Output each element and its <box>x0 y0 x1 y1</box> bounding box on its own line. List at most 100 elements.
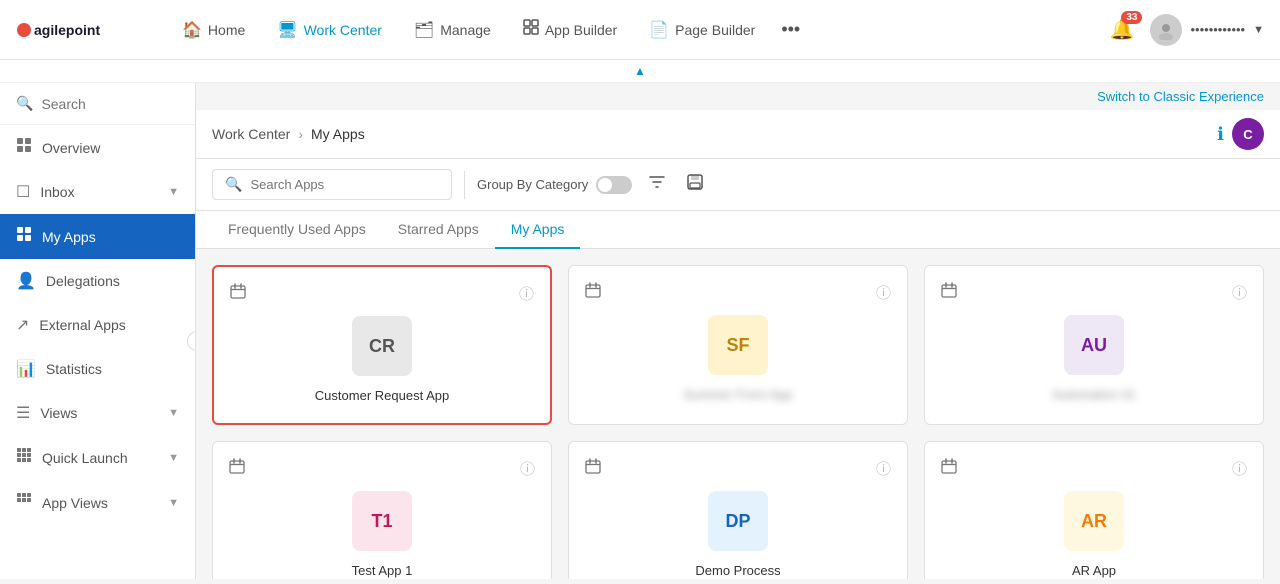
card-logo-4: DP <box>708 491 768 551</box>
card-info-icon-2[interactable]: ⓘ <box>1232 282 1247 303</box>
sidebar-item-views[interactable]: ☰ Views ▼ <box>0 391 195 435</box>
inbox-icon: ☐ <box>16 182 30 202</box>
card-info-icon-4[interactable]: ⓘ <box>876 458 891 479</box>
sidebar-myapps-label: My Apps <box>42 229 179 245</box>
tabs: Frequently Used Apps Starred Apps My App… <box>196 211 1280 249</box>
breadcrumb-current: My Apps <box>311 126 365 142</box>
sidebar-search[interactable]: 🔍 <box>0 83 195 125</box>
breadcrumb-separator: › <box>298 126 303 142</box>
nav-collapse-button[interactable]: ▲ <box>0 60 1280 83</box>
sidebar-item-inbox[interactable]: ☐ Inbox ▼ <box>0 170 195 214</box>
nav-appbuilder-label: App Builder <box>545 22 617 38</box>
sidebar-item-delegations[interactable]: 👤 Delegations <box>0 259 195 303</box>
sidebar-appviews-label: App Views <box>42 495 158 511</box>
search-apps-input[interactable] <box>250 177 439 192</box>
card-top-2: ⓘ <box>941 282 1247 303</box>
app-card-3[interactable]: ⓘ T1 Test App 1 <box>212 441 552 579</box>
card-info-icon-1[interactable]: ⓘ <box>876 282 891 303</box>
sidebar-item-myapps[interactable]: My Apps <box>0 214 195 259</box>
sidebar-item-overview[interactable]: Overview <box>0 125 195 170</box>
card-name-5: AR App <box>941 563 1247 578</box>
user-avatar <box>1150 14 1182 46</box>
app-card-2[interactable]: ⓘ AU Automation 01 <box>924 265 1264 425</box>
card-top-4: ⓘ <box>585 458 891 479</box>
card-name-0: Customer Request App <box>230 388 534 403</box>
user-menu[interactable]: •••••••••••• ▼ <box>1150 14 1264 46</box>
app-card-0[interactable]: ⓘ CR Customer Request App <box>212 265 552 425</box>
header-info-icon[interactable]: ℹ <box>1217 124 1224 145</box>
nav-home-label: Home <box>208 22 245 38</box>
card-logo-0: CR <box>352 316 412 376</box>
nav-right: 🔔 33 •••••••••••• ▼ <box>1110 14 1264 46</box>
sidebar-externalapps-label: External Apps <box>39 317 179 333</box>
user-chevron-icon: ▼ <box>1253 24 1264 36</box>
manage-icon: 🗂 <box>414 20 434 40</box>
externalapps-icon: ↗ <box>16 315 29 335</box>
search-box[interactable]: 🔍 <box>212 169 452 200</box>
main-layout: 🔍 Overview ☐ Inbox ▼ My Apps 👤 Delegatio… <box>0 83 1280 579</box>
nav-more-button[interactable]: ••• <box>773 15 808 44</box>
sidebar-item-statistics[interactable]: 📊 Statistics <box>0 347 195 391</box>
app-card-5[interactable]: ⓘ AR AR App <box>924 441 1264 579</box>
quicklaunch-icon <box>16 447 32 468</box>
app-card-4[interactable]: ⓘ DP Demo Process <box>568 441 908 579</box>
card-info-icon-5[interactable]: ⓘ <box>1232 458 1247 479</box>
nav-workcenter-label: Work Center <box>304 22 382 38</box>
card-info-icon-3[interactable]: ⓘ <box>520 458 535 479</box>
sidebar-search-input[interactable] <box>41 96 179 112</box>
breadcrumb: Work Center › My Apps <box>212 126 365 142</box>
calendar-icon-0 <box>230 283 246 304</box>
sidebar-item-quicklaunch[interactable]: Quick Launch ▼ <box>0 435 195 480</box>
card-logo-5: AR <box>1064 491 1124 551</box>
tab-starred[interactable]: Starred Apps <box>382 211 495 249</box>
notif-badge: 33 <box>1121 11 1142 24</box>
search-icon: 🔍 <box>225 176 242 193</box>
app-card-1[interactable]: ⓘ SF Summer Form App <box>568 265 908 425</box>
views-icon: ☰ <box>16 403 30 423</box>
sidebar-item-appviews[interactable]: App Views ▼ <box>0 480 195 525</box>
nav-pagebuilder[interactable]: 📄 Page Builder <box>635 12 769 48</box>
sidebar-views-label: Views <box>40 405 158 421</box>
nav-manage[interactable]: 🗂 Manage <box>400 12 505 48</box>
breadcrumb-parent[interactable]: Work Center <box>212 126 290 142</box>
filter-button[interactable] <box>644 169 670 200</box>
tab-myapps[interactable]: My Apps <box>495 211 581 249</box>
group-by-toggle-switch[interactable] <box>596 176 632 194</box>
app-grid: ⓘ CR Customer Request App ⓘ SF Summer Fo… <box>196 249 1280 579</box>
tab-frequently-used[interactable]: Frequently Used Apps <box>212 211 382 249</box>
card-logo-1: SF <box>708 315 768 375</box>
content-top-bar: Switch to Classic Experience <box>196 83 1280 110</box>
myapps-icon <box>16 226 32 247</box>
header-user-avatar[interactable]: C <box>1232 118 1264 150</box>
notifications-button[interactable]: 🔔 33 <box>1110 17 1135 42</box>
nav-manage-label: Manage <box>440 22 491 38</box>
nav-appbuilder[interactable]: App Builder <box>509 11 631 48</box>
sidebar: 🔍 Overview ☐ Inbox ▼ My Apps 👤 Delegatio… <box>0 83 196 579</box>
nav-workcenter[interactable]: 🖥 Work Center <box>263 12 396 48</box>
card-name-2: Automation 01 <box>941 387 1247 402</box>
content-area: Switch to Classic Experience Work Center… <box>196 83 1280 579</box>
sidebar-inbox-label: Inbox <box>40 184 158 200</box>
user-name: •••••••••••• <box>1190 22 1245 37</box>
quicklaunch-chevron-icon: ▼ <box>168 452 179 464</box>
card-info-icon-0[interactable]: ⓘ <box>519 283 534 304</box>
nav-home[interactable]: 🏠 Home <box>168 12 259 48</box>
appbuilder-icon <box>523 19 539 40</box>
statistics-icon: 📊 <box>16 359 36 379</box>
views-chevron-icon: ▼ <box>168 407 179 419</box>
sidebar-quicklaunch-label: Quick Launch <box>42 450 158 466</box>
pagebuilder-icon: 📄 <box>649 20 669 40</box>
monitor-icon: 🖥 <box>277 20 297 40</box>
save-button[interactable] <box>682 169 708 200</box>
sidebar-overview-label: Overview <box>42 140 179 156</box>
card-top-0: ⓘ <box>230 283 534 304</box>
switch-classic-link[interactable]: Switch to Classic Experience <box>1097 89 1264 104</box>
card-top-3: ⓘ <box>229 458 535 479</box>
calendar-icon-2 <box>941 282 957 303</box>
home-icon: 🏠 <box>182 20 202 40</box>
calendar-icon-1 <box>585 282 601 303</box>
card-top-5: ⓘ <box>941 458 1247 479</box>
calendar-icon-5 <box>941 458 957 479</box>
sidebar-item-externalapps[interactable]: ↗ External Apps <box>0 303 195 347</box>
card-name-4: Demo Process <box>585 563 891 578</box>
